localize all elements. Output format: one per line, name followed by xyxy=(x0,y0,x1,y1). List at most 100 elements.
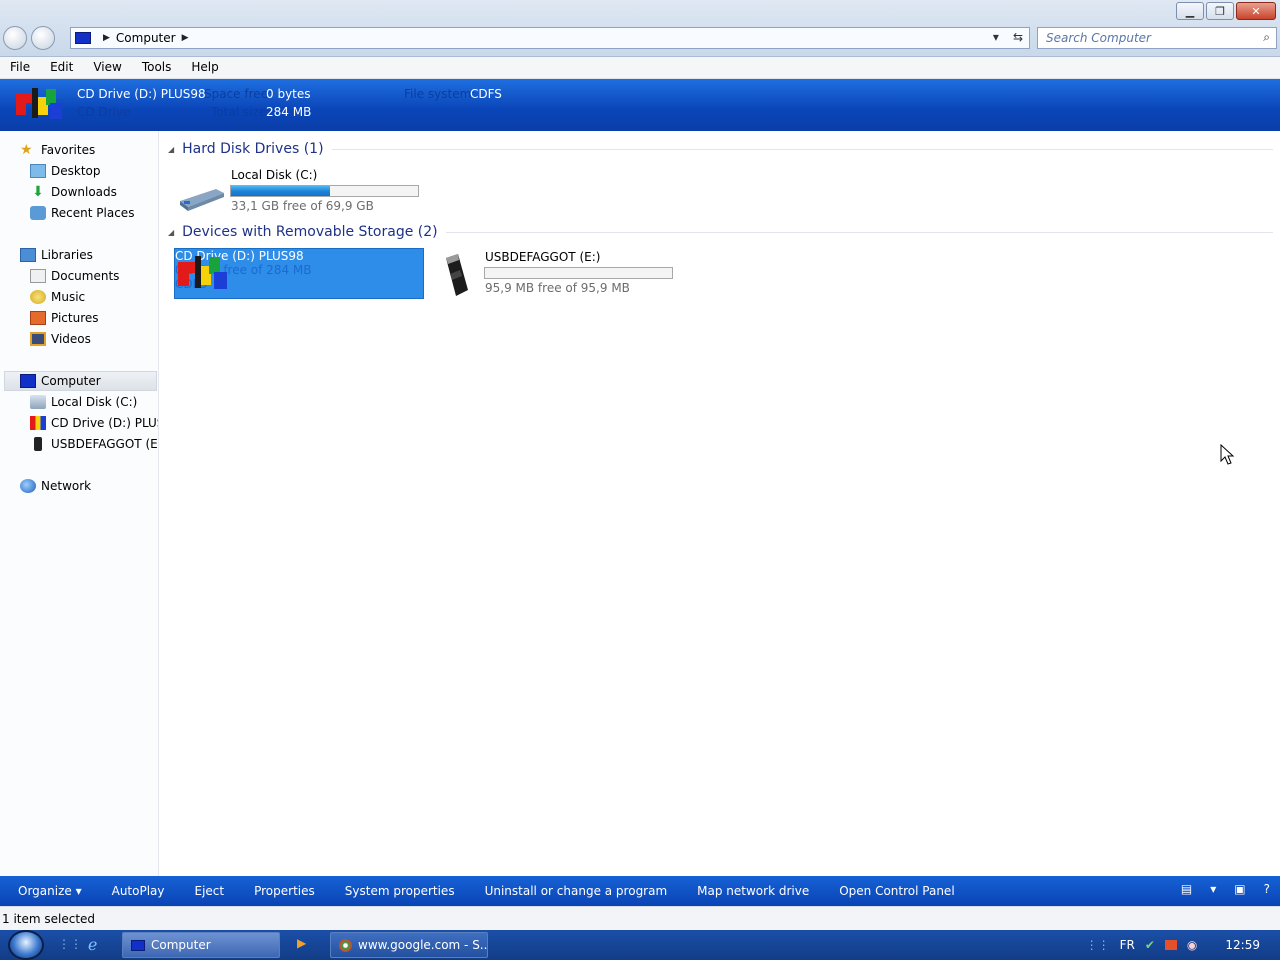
sidebar-item-label: USBDEFAGGOT (E:) xyxy=(51,437,158,451)
preview-pane-icon[interactable]: ▣ xyxy=(1234,882,1245,896)
mouse-cursor-icon xyxy=(1220,444,1235,465)
sidebar-item-videos[interactable]: Videos xyxy=(30,329,91,349)
sidebar-item-desktop[interactable]: Desktop xyxy=(30,161,101,181)
forward-button[interactable] xyxy=(31,26,55,50)
system-properties-button[interactable]: System properties xyxy=(330,884,470,898)
chevron-right-icon[interactable]: ▶ xyxy=(103,33,110,43)
close-button[interactable]: ✕ xyxy=(1236,2,1276,20)
plus98-drive-icon xyxy=(16,88,62,119)
internet-explorer-icon[interactable]: ℯ xyxy=(88,935,97,954)
sidebar-item-label: Recent Places xyxy=(51,206,135,220)
change-view-icon[interactable]: ▤ xyxy=(1181,882,1192,896)
map-network-drive-button[interactable]: Map network drive xyxy=(682,884,824,898)
drive-usage-bar xyxy=(230,185,419,197)
menu-tools[interactable]: Tools xyxy=(132,57,182,78)
sidebar-item-label: CD Drive (D:) PLUS98 xyxy=(51,416,158,430)
status-bar: 1 item selected xyxy=(0,906,1280,930)
collapse-triangle-icon[interactable]: ◢ xyxy=(168,228,174,237)
volume-icon[interactable]: ◉ xyxy=(1187,938,1197,952)
tray-app-icon[interactable] xyxy=(1164,940,1177,950)
file-system-label: File system: xyxy=(404,87,476,101)
restore-button[interactable]: ❐ xyxy=(1206,2,1234,20)
dropdown-arrow-icon[interactable]: ▾ xyxy=(993,30,999,44)
organize-button[interactable]: Organize ▾ xyxy=(0,884,97,898)
view-dropdown-icon[interactable]: ▾ xyxy=(1210,882,1216,896)
collapse-triangle-icon[interactable]: ◢ xyxy=(168,145,174,154)
taskbar-button-label: www.google.com - S... xyxy=(358,938,488,952)
menu-view[interactable]: View xyxy=(83,57,131,78)
computer-icon xyxy=(20,374,36,388)
grip-icon: ⋮⋮ xyxy=(58,937,82,951)
eject-button[interactable]: Eject xyxy=(180,884,240,898)
sidebar-item-documents[interactable]: Documents xyxy=(30,266,119,286)
back-button[interactable] xyxy=(3,26,27,50)
taskbar-button-label: Computer xyxy=(151,938,211,952)
group-divider xyxy=(331,148,1273,150)
pictures-icon xyxy=(30,311,46,325)
sidebar-item-libraries[interactable]: Libraries xyxy=(20,245,93,265)
drive-tile-usb[interactable]: USBDEFAGGOT (E:) 95,9 MB free of 95,9 MB xyxy=(430,248,690,299)
taskbar-button-computer[interactable]: Computer xyxy=(122,932,280,958)
view-controls: ▤ ▾ ▣ ? xyxy=(1181,882,1270,896)
recent-places-icon xyxy=(30,206,46,220)
sidebar-item-local-disk[interactable]: Local Disk (C:) xyxy=(30,392,158,412)
sidebar-item-network[interactable]: Network xyxy=(20,476,91,496)
open-control-panel-button[interactable]: Open Control Panel xyxy=(824,884,969,898)
uninstall-program-button[interactable]: Uninstall or change a program xyxy=(470,884,683,898)
group-divider xyxy=(445,231,1273,233)
selected-item-name: CD Drive (D:) PLUS98 xyxy=(77,87,206,101)
address-bar[interactable]: ▶ Computer ▶ ▾ ⇆ xyxy=(70,27,1030,49)
usb-drive-icon xyxy=(34,437,42,451)
minimize-button[interactable]: ▁ xyxy=(1176,2,1204,20)
network-icon xyxy=(20,479,36,493)
menu-edit[interactable]: Edit xyxy=(40,57,83,78)
sidebar-item-cd-drive[interactable]: CD Drive (D:) PLUS98 xyxy=(30,413,158,433)
window-controls: ▁ ❐ ✕ xyxy=(1176,2,1276,20)
group-header-hard-disks[interactable]: ◢ Hard Disk Drives (1) xyxy=(168,141,1273,157)
clock[interactable]: 12:59 xyxy=(1225,938,1260,952)
group-title: Devices with Removable Storage (2) xyxy=(182,224,438,240)
drive-tile-cd-drive[interactable]: CD Drive (D:) PLUS98 0 bytes free of 284… xyxy=(174,248,424,299)
sidebar-item-pictures[interactable]: Pictures xyxy=(30,308,99,328)
drive-tile-local-disk[interactable]: Local Disk (C:) 33,1 GB free of 69,9 GB xyxy=(174,165,434,215)
sidebar-item-downloads[interactable]: ⬇ Downloads xyxy=(30,182,117,202)
sidebar-item-label: Pictures xyxy=(51,311,99,325)
sidebar-item-music[interactable]: Music xyxy=(30,287,85,307)
space-free-value: 0 bytes xyxy=(266,87,311,101)
start-button[interactable] xyxy=(8,930,44,960)
search-input[interactable]: Search Computer ⌕ xyxy=(1037,27,1277,49)
plus98-drive-icon xyxy=(178,256,227,289)
chrome-icon xyxy=(339,938,352,952)
search-placeholder: Search Computer xyxy=(1046,31,1151,45)
sidebar-item-computer[interactable]: Computer xyxy=(4,371,157,391)
search-icon[interactable]: ⌕ xyxy=(1263,30,1270,45)
sidebar-item-usb-drive[interactable]: USBDEFAGGOT (E:) xyxy=(30,434,158,454)
computer-icon xyxy=(131,939,145,951)
sidebar-item-favorites[interactable]: ★ Favorites xyxy=(20,140,95,160)
hard-disk-icon xyxy=(30,395,46,409)
autoplay-button[interactable]: AutoPlay xyxy=(97,884,180,898)
chevron-right-icon[interactable]: ▶ xyxy=(182,33,189,43)
hard-disk-icon xyxy=(180,189,224,211)
total-size-label: Total size: xyxy=(211,105,271,119)
breadcrumb-computer[interactable]: Computer xyxy=(116,31,176,45)
refresh-icon[interactable]: ⇆ xyxy=(1013,30,1023,44)
language-indicator[interactable]: FR xyxy=(1120,938,1135,952)
status-text: 1 item selected xyxy=(2,912,96,926)
selected-item-type: CD Drive xyxy=(77,105,131,119)
menu-help[interactable]: Help xyxy=(181,57,228,78)
drive-usage-fill xyxy=(231,186,331,196)
group-header-removable[interactable]: ◢ Devices with Removable Storage (2) xyxy=(168,224,1273,240)
navigation-pane: ★ Favorites Desktop ⬇ Downloads Recent P… xyxy=(0,131,159,876)
sidebar-item-recent-places[interactable]: Recent Places xyxy=(30,203,134,223)
properties-button[interactable]: Properties xyxy=(239,884,330,898)
menu-file[interactable]: File xyxy=(0,57,40,78)
grip-icon: ⋮⋮ xyxy=(1085,938,1110,952)
sidebar-item-label: Music xyxy=(51,290,86,304)
taskbar-button-browser[interactable]: www.google.com - S... xyxy=(330,932,488,958)
security-shield-icon[interactable]: ✔ xyxy=(1145,938,1155,952)
media-player-icon[interactable]: ▶ xyxy=(297,936,306,950)
total-size-value: 284 MB xyxy=(266,105,312,119)
help-icon[interactable]: ? xyxy=(1264,882,1270,896)
drive-name: Local Disk (C:) xyxy=(231,168,318,182)
